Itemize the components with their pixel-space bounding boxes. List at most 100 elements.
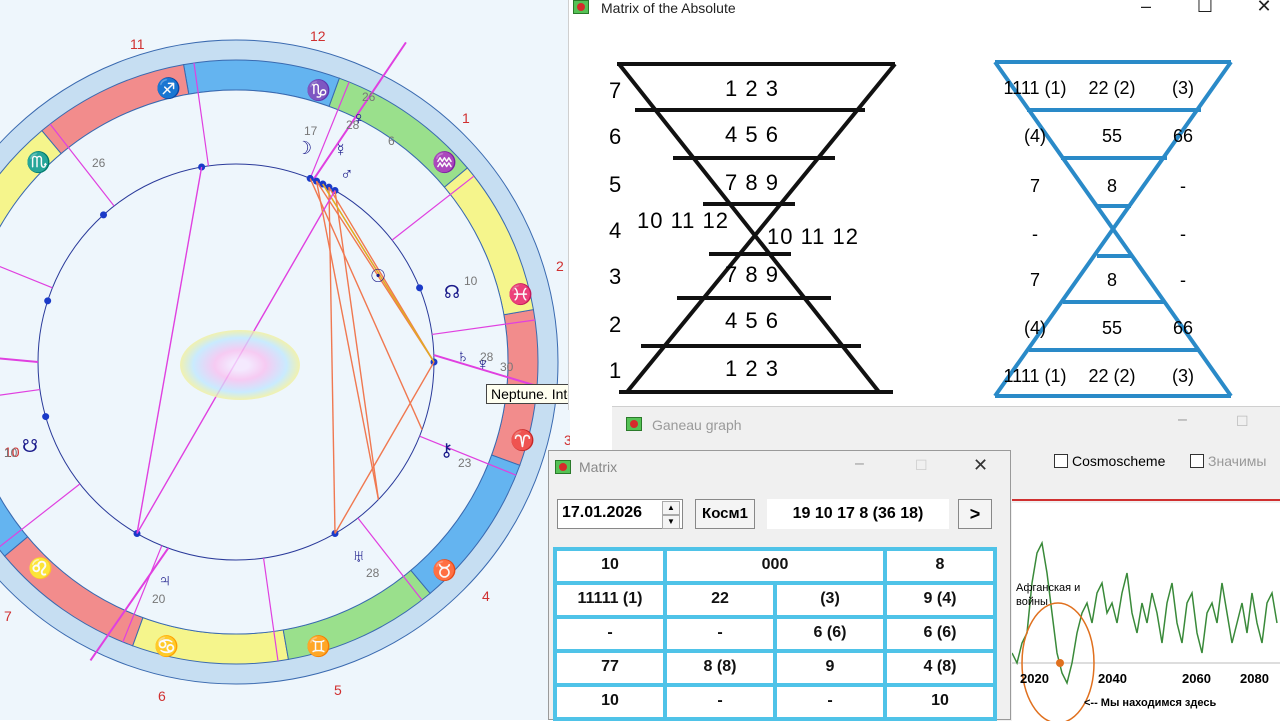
matrix-of-absolute-window: Matrix of the Absolute – ☐ ✕ 7 6 5 4 3 2… [568, 0, 1280, 410]
cancer-icon: ♋ [154, 636, 179, 658]
matrix-cell: 10 [887, 687, 993, 717]
blue-matrix-cell: 8 [1106, 176, 1117, 196]
x-tick-label: 2060 [1182, 671, 1211, 686]
blue-matrix-cell: (4) [1024, 126, 1046, 146]
degree-label: 23 [458, 456, 472, 470]
matrix-cell: 11111 (1) [557, 585, 663, 615]
pisces-icon: ♓ [508, 284, 533, 306]
blue-matrix-cell: 8 [1106, 270, 1117, 290]
level-number: 1 [609, 358, 622, 383]
level-number: 6 [609, 124, 622, 149]
minimize-button[interactable]: – [1178, 411, 1187, 429]
uranus-icon: ♅ [352, 546, 366, 566]
kosm1-button[interactable]: Косм1 [695, 499, 755, 529]
level-number: 7 [609, 78, 622, 103]
matrix-cell: 77 [557, 653, 663, 683]
planet-dot[interactable] [42, 413, 50, 421]
center-emblem-icon [180, 330, 300, 400]
matrix-cell: 8 [887, 551, 993, 581]
cosmoscheme-checkbox[interactable]: Cosmoscheme [1054, 453, 1165, 469]
x-tick-label: 2080 [1240, 671, 1269, 686]
aquarius-icon: ♒ [432, 152, 457, 174]
planet-dot[interactable] [44, 297, 52, 305]
house-number: 6 [158, 688, 166, 704]
checkbox-box[interactable] [1190, 454, 1204, 468]
blue-matrix-cell: (3) [1172, 78, 1194, 98]
hourglass-row: 10 11 12 [637, 208, 730, 233]
spin-down-icon[interactable]: ▼ [662, 515, 680, 529]
maximize-button[interactable]: ☐ [1236, 413, 1249, 430]
graph-top-axis [1012, 499, 1280, 501]
close-button[interactable]: ✕ [973, 455, 988, 476]
aries-icon: ♈ [510, 430, 535, 452]
matrix-cell: 9 [777, 653, 883, 683]
blue-matrix-cell: (3) [1172, 366, 1194, 386]
degree-label: 17 [304, 124, 318, 138]
degree-label: 26 [92, 156, 106, 170]
minimize-button[interactable]: – [855, 455, 864, 473]
saturn-icon: ♄ [456, 346, 470, 366]
checkbox-box[interactable] [1054, 454, 1068, 468]
blue-matrix-cell: 1111 (1) [1003, 78, 1067, 98]
matrix-cell: 22 [667, 585, 773, 615]
house-number: 4 [482, 588, 490, 604]
matrix-cell: 4 (8) [887, 653, 993, 683]
capricorn-icon: ♑ [306, 80, 331, 102]
hourglass-row: 7 8 9 [725, 170, 779, 195]
north-node-icon: ☊ [444, 282, 460, 302]
mars-icon: ♂ [340, 164, 354, 184]
matrix-cell: 9 (4) [887, 585, 993, 615]
hourglass-row: 1 2 3 [725, 356, 779, 381]
blue-matrix-cell: 22 (2) [1088, 78, 1136, 98]
degree-label: 30 [500, 360, 514, 374]
blue-matrix-cell: 7 [1029, 176, 1040, 196]
blue-matrix-cell: (4) [1024, 318, 1046, 338]
blue-matrix-cell: 55 [1101, 126, 1123, 146]
house-number: 7 [4, 608, 12, 624]
znachimy-label: Значимы [1208, 453, 1267, 469]
house-number: 11 [130, 36, 145, 52]
house-number: 5 [334, 682, 342, 698]
znachimy-checkbox[interactable]: Значимы [1190, 453, 1266, 469]
hourglass-row: 1 2 3 [725, 76, 779, 101]
degree-label: 10 [464, 274, 478, 288]
degree-label: 20 [152, 592, 166, 606]
hourglass-row: 7 8 9 [725, 262, 779, 287]
hourglass-row: 4 5 6 [725, 308, 779, 333]
matrix-cell: 000 [667, 551, 883, 581]
blue-matrix-cell: 1111 (1) [1003, 366, 1067, 386]
planet-dot[interactable] [416, 284, 424, 292]
blue-matrix-cell: - [1180, 224, 1186, 244]
blue-matrix-cell: 66 [1172, 126, 1194, 146]
blue-matrix-cell: 7 [1029, 270, 1040, 290]
matrix-value-field: 19 10 17 8 (36 18) [767, 499, 949, 529]
here-label: <-- Мы находимся здесь [1084, 697, 1217, 709]
ganeau-series-line [1011, 540, 1278, 686]
house-number: 12 [310, 28, 326, 44]
matrix-cell: 6 (6) [777, 619, 883, 649]
ganeau-plot[interactable]: Афганская и войны <-- Мы находимся здесь… [1011, 503, 1280, 724]
gemini-icon: ♊ [306, 636, 331, 658]
taurus-icon: ♉ [432, 560, 457, 582]
matrix-window: Matrix – ☐ ✕ 17.01.2026 ▲ ▼ Косм1 19 10 1… [548, 450, 1011, 721]
date-spinner[interactable]: ▲ ▼ [662, 501, 680, 529]
level-number: 5 [609, 172, 622, 197]
planet-tooltip: Neptune. Integration, values, ideal [486, 384, 570, 404]
moon-icon: ☽ [296, 138, 313, 158]
house-number: 1 [462, 110, 470, 126]
matrix-cell: - [777, 687, 883, 717]
planet-dot[interactable] [100, 211, 108, 219]
matrix-table: 10 000 8 11111 (1) 22 (3) 9 (4) - -6 (6) 6 (6) 77 8… [553, 547, 997, 721]
next-button[interactable]: > [958, 499, 992, 529]
sun-icon: ☉ [370, 266, 387, 286]
maximize-button[interactable]: ☐ [915, 457, 928, 474]
blue-matrix-cell: 55 [1101, 318, 1123, 338]
matrix-cell: 10 [557, 551, 663, 581]
level-number: 3 [609, 264, 622, 289]
hourglass-row: 10 11 12 [767, 224, 860, 249]
matrix-cell: 6 (6) [887, 619, 993, 649]
hourglass-diagrams [617, 60, 1233, 398]
spin-up-icon[interactable]: ▲ [662, 501, 680, 515]
window-title: Matrix [579, 459, 618, 475]
degree-label: 10 [4, 446, 18, 460]
